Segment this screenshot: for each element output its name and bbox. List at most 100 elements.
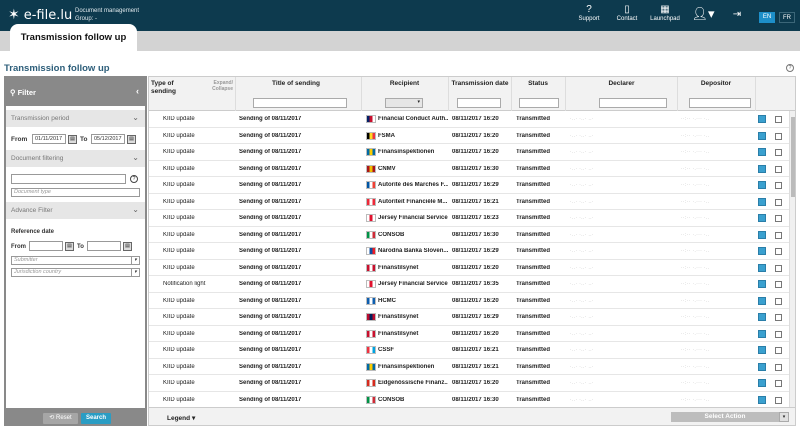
- document-icon[interactable]: [758, 395, 766, 404]
- row-checkbox[interactable]: [775, 149, 782, 156]
- table-row[interactable]: KIID update Sending of 08/11/2017 FSMA 08/1…: [149, 128, 789, 144]
- submitter-select[interactable]: Submitter ▾: [11, 256, 140, 265]
- document-icon[interactable]: [758, 263, 766, 272]
- tab-transmission-follow-up[interactable]: Transmission follow up: [10, 24, 137, 51]
- support-link[interactable]: ? Support: [572, 4, 606, 22]
- row-checkbox[interactable]: [775, 182, 782, 189]
- ref-from-input[interactable]: [29, 241, 63, 251]
- row-checkbox[interactable]: [775, 314, 782, 321]
- ref-to-input[interactable]: [87, 241, 121, 251]
- table-row[interactable]: KIID update Sending of 08/11/2017 Autorité…: [149, 177, 789, 194]
- table-row[interactable]: KIID update Sending of 08/11/2017 Finansti…: [149, 326, 789, 342]
- brand-logo[interactable]: ✶ e-file.lu: [8, 7, 72, 23]
- table-scrollbar[interactable]: [789, 111, 795, 407]
- filter-header[interactable]: ⚲ Filter ‹: [4, 76, 147, 106]
- table-row[interactable]: KIID update Sending of 08/11/2017 Eidgenös…: [149, 375, 789, 392]
- table-row[interactable]: KIID update Sending of 08/11/2017 HCMC 08/1…: [149, 293, 789, 309]
- title-filter-input[interactable]: [253, 98, 347, 108]
- header-type[interactable]: Type of sending: [151, 80, 191, 96]
- row-checkbox[interactable]: [775, 281, 782, 288]
- document-icon[interactable]: [758, 379, 766, 387]
- row-checkbox[interactable]: [775, 347, 782, 354]
- table-row[interactable]: KIID update Sending of 08/11/2017 Finansti…: [149, 309, 789, 326]
- document-icon[interactable]: [758, 313, 766, 321]
- document-icon[interactable]: [758, 230, 766, 239]
- document-type-select[interactable]: Document type: [11, 188, 140, 197]
- help-icon[interactable]: ?: [786, 64, 794, 72]
- row-checkbox[interactable]: [775, 231, 782, 239]
- chevron-down-icon[interactable]: ▾: [779, 412, 789, 422]
- depositor-filter-input[interactable]: [689, 98, 751, 108]
- document-icon[interactable]: [758, 329, 766, 338]
- row-checkbox[interactable]: [775, 198, 782, 206]
- legend-toggle[interactable]: Legend ▾: [167, 414, 195, 422]
- help-icon[interactable]: ?: [130, 175, 138, 183]
- scrollbar-thumb[interactable]: [791, 117, 795, 197]
- reset-button[interactable]: ⟲ Reset: [43, 413, 78, 424]
- user-menu[interactable]: 👤︎▾: [686, 7, 720, 20]
- collapse-chevron-icon[interactable]: ‹: [136, 86, 139, 96]
- document-icon[interactable]: [758, 296, 766, 305]
- language-en[interactable]: EN: [759, 12, 775, 23]
- table-row[interactable]: KIID update Sending of 08/11/2017 Finansin…: [149, 359, 789, 375]
- row-checkbox[interactable]: [775, 165, 782, 173]
- table-row[interactable]: KIID update Sending of 08/11/2017 CONSOB 08…: [149, 392, 789, 408]
- header-recipient[interactable]: Recipient: [362, 80, 447, 87]
- table-row[interactable]: KIID update Sending of 08/11/2017 Národná …: [149, 243, 789, 260]
- document-icon[interactable]: [758, 148, 766, 156]
- table-row[interactable]: Notification light Sending of 08/11/2017 J…: [149, 276, 789, 293]
- search-button[interactable]: Search: [81, 413, 111, 424]
- date-filter-input[interactable]: [457, 98, 501, 108]
- recipient-filter-select[interactable]: ▾: [385, 98, 423, 108]
- document-icon[interactable]: [758, 346, 766, 354]
- language-fr[interactable]: FR: [779, 12, 795, 23]
- document-icon[interactable]: [758, 214, 766, 222]
- table-row[interactable]: KIID update Sending of 08/11/2017 Finansin…: [149, 144, 789, 161]
- header-date[interactable]: Transmission date: [449, 80, 511, 87]
- table-row[interactable]: KIID update Sending of 08/11/2017 Jersey F…: [149, 210, 789, 227]
- row-checkbox[interactable]: [775, 132, 782, 140]
- status-filter-input[interactable]: [519, 98, 559, 108]
- document-icon[interactable]: [758, 131, 766, 140]
- document-icon[interactable]: [758, 115, 766, 123]
- table-row[interactable]: KIID update Sending of 08/11/2017 CSSF 08/1…: [149, 342, 789, 359]
- logout-button[interactable]: ⇥: [720, 9, 754, 21]
- calendar-icon[interactable]: ▤: [68, 135, 77, 144]
- contact-link[interactable]: ▯ Contact: [610, 4, 644, 22]
- row-checkbox[interactable]: [775, 116, 782, 123]
- header-title[interactable]: Title of sending: [236, 80, 356, 87]
- row-checkbox[interactable]: [775, 396, 782, 404]
- table-row[interactable]: KIID update Sending of 08/11/2017 CNMV 08/1…: [149, 161, 789, 177]
- row-checkbox[interactable]: [775, 215, 782, 222]
- table-row[interactable]: KIID update Sending of 08/11/2017 Financia…: [149, 111, 789, 128]
- document-icon[interactable]: [758, 164, 766, 173]
- table-row[interactable]: KIID update Sending of 08/11/2017 CONSOB 08…: [149, 227, 789, 243]
- document-search-input[interactable]: [11, 174, 126, 184]
- calendar-icon[interactable]: ▤: [127, 135, 136, 144]
- row-checkbox[interactable]: [775, 248, 782, 255]
- expand-collapse-toggle[interactable]: Expand/ Collapse: [207, 80, 233, 92]
- row-checkbox[interactable]: [775, 380, 782, 387]
- header-declarer[interactable]: Declarer: [566, 80, 677, 87]
- document-icon[interactable]: [758, 197, 766, 206]
- table-row[interactable]: KIID update Sending of 08/11/2017 Finansti…: [149, 260, 789, 276]
- table-row[interactable]: KIID update Sending of 08/11/2017 Autorite…: [149, 194, 789, 210]
- row-checkbox[interactable]: [775, 264, 782, 272]
- document-icon[interactable]: [758, 362, 766, 371]
- jurisdiction-select[interactable]: Jurisdiction country ▾: [11, 268, 140, 277]
- period-from-input[interactable]: 01/11/2017: [32, 134, 66, 144]
- calendar-icon[interactable]: ▤: [123, 242, 132, 251]
- document-icon[interactable]: [758, 181, 766, 189]
- select-action-dropdown[interactable]: Select Action: [671, 412, 779, 422]
- section-document-filtering[interactable]: Document filtering ⌄: [6, 150, 145, 167]
- header-status[interactable]: Status: [512, 80, 564, 87]
- document-icon[interactable]: [758, 280, 766, 288]
- declarer-filter-input[interactable]: [599, 98, 667, 108]
- row-checkbox[interactable]: [775, 330, 782, 338]
- section-advance-filter[interactable]: Advance Filter ⌄: [6, 202, 145, 219]
- section-transmission-period[interactable]: Transmission period ⌄: [6, 110, 145, 127]
- calendar-icon[interactable]: ▤: [65, 242, 74, 251]
- header-depositor[interactable]: Depositor: [678, 80, 754, 87]
- row-checkbox[interactable]: [775, 363, 782, 371]
- period-to-input[interactable]: 05/12/2017: [91, 134, 125, 144]
